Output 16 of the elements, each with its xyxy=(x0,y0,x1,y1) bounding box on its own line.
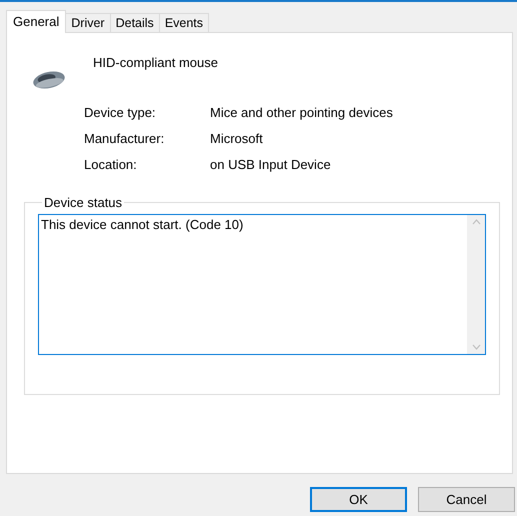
ok-button[interactable]: OK xyxy=(310,487,407,512)
property-value: Microsoft xyxy=(210,131,264,146)
device-name: HID-compliant mouse xyxy=(93,55,218,70)
cancel-button[interactable]: Cancel xyxy=(418,487,515,512)
property-value: Mice and other pointing devices xyxy=(210,105,394,120)
tab[interactable]: Events xyxy=(158,13,210,32)
scroll-up-icon[interactable] xyxy=(472,219,480,225)
group-title: Device status xyxy=(43,195,124,210)
scrollbar[interactable] xyxy=(467,215,485,354)
status-text-area[interactable]: This device cannot start. (Code 10) xyxy=(38,214,486,355)
tab[interactable]: General xyxy=(6,10,66,33)
property-value: on USB Input Device xyxy=(210,157,332,172)
property-label: Location: xyxy=(84,157,138,172)
property-label: Device type: xyxy=(84,105,157,120)
scroll-down-icon[interactable] xyxy=(472,344,480,350)
property-label: Manufacturer: xyxy=(84,131,166,146)
